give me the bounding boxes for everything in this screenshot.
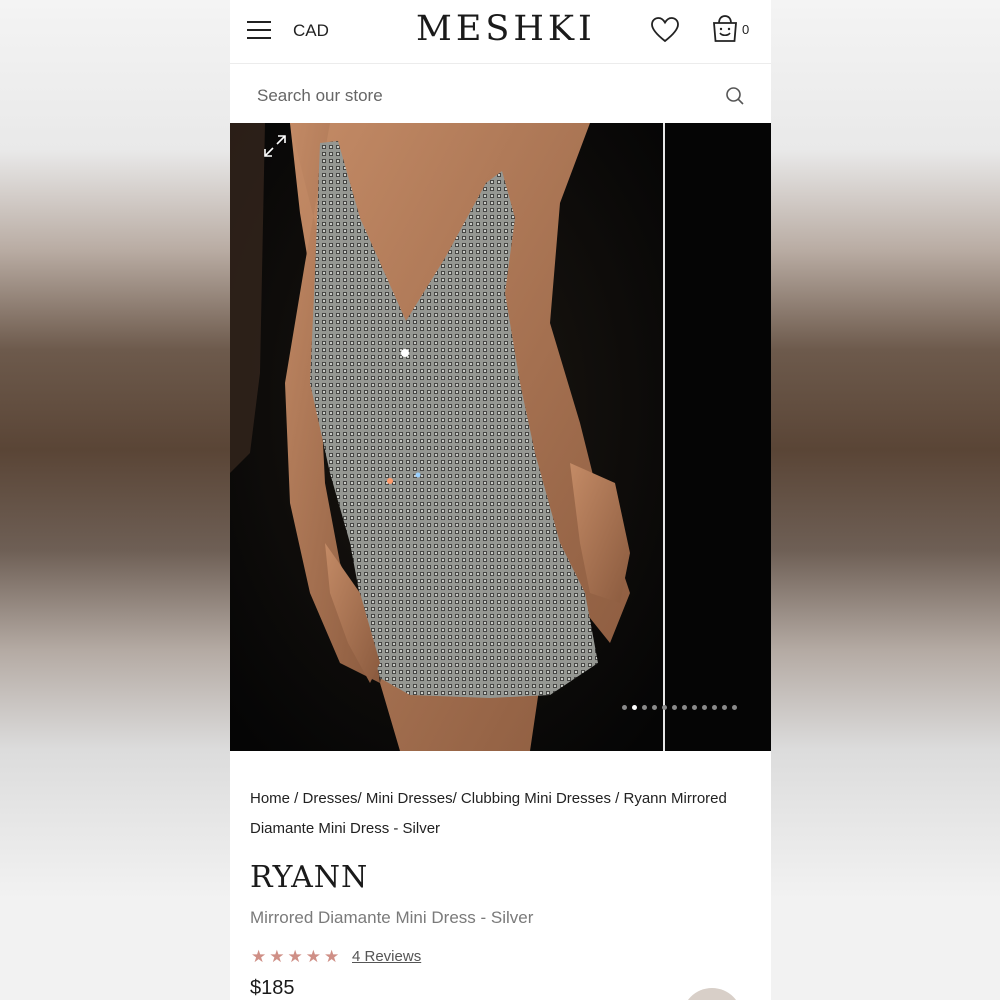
breadcrumb-home[interactable]: Home: [250, 790, 290, 807]
gallery-pagination: [622, 705, 737, 713]
search-icon[interactable]: [725, 86, 745, 106]
rating-stars[interactable]: ★ ★ ★ ★ ★: [251, 947, 339, 967]
star-icon: ★: [287, 947, 303, 966]
gallery-dot[interactable]: [642, 705, 647, 710]
star-icon: ★: [269, 947, 285, 966]
gallery-dot[interactable]: [722, 705, 727, 710]
product-image-gallery[interactable]: [230, 123, 771, 751]
gallery-dot[interactable]: [622, 705, 627, 710]
gallery-dot[interactable]: [652, 705, 657, 710]
product-price: $185: [250, 977, 295, 999]
brand-logo[interactable]: MESHKI: [416, 9, 596, 49]
cart-count: 0: [742, 22, 750, 37]
currency-selector[interactable]: CAD: [293, 21, 329, 41]
breadcrumb-dresses[interactable]: Dresses: [303, 790, 358, 807]
star-icon: ★: [324, 947, 340, 966]
gallery-dot[interactable]: [632, 705, 637, 710]
search-placeholder: Search our store: [257, 86, 383, 105]
search-input[interactable]: Search our store: [230, 65, 771, 123]
background-blur-left: [0, 0, 230, 1000]
breadcrumb-separator: /: [357, 790, 366, 807]
star-icon: ★: [251, 947, 267, 966]
breadcrumb-clubbing-mini-dresses[interactable]: Clubbing Mini Dresses: [461, 790, 611, 807]
product-photo[interactable]: [230, 123, 663, 751]
product-subtitle: Mirrored Diamante Mini Dress - Silver: [250, 908, 534, 927]
gallery-dot[interactable]: [732, 705, 737, 710]
breadcrumb-mini-dresses[interactable]: Mini Dresses: [366, 790, 453, 807]
reviews-link[interactable]: 4 Reviews: [352, 948, 421, 965]
hamburger-icon[interactable]: [247, 19, 271, 41]
gallery-dot[interactable]: [702, 705, 707, 710]
chat-button[interactable]: [682, 988, 742, 1000]
gallery-dot[interactable]: [692, 705, 697, 710]
breadcrumb-separator: /: [290, 790, 303, 807]
gallery-dot[interactable]: [712, 705, 717, 710]
mobile-page: CAD MESHKI 0 Search our store Home / Dre…: [230, 0, 771, 1000]
cart-icon[interactable]: [711, 14, 739, 44]
breadcrumb-separator: /: [610, 790, 624, 807]
breadcrumb-separator: /: [452, 790, 461, 807]
product-name: RYANN: [250, 860, 369, 895]
heart-icon[interactable]: [650, 16, 680, 44]
site-header: CAD MESHKI 0: [230, 0, 771, 64]
expand-icon[interactable]: [261, 132, 289, 160]
gallery-dot[interactable]: [682, 705, 687, 710]
next-product-photo[interactable]: [665, 123, 771, 751]
breadcrumb: Home / Dresses/ Mini Dresses/ Clubbing M…: [250, 784, 740, 844]
star-icon: ★: [305, 947, 321, 966]
background-blur-right: [771, 0, 1000, 1000]
gallery-dot[interactable]: [662, 705, 667, 710]
gallery-dot[interactable]: [672, 705, 677, 710]
